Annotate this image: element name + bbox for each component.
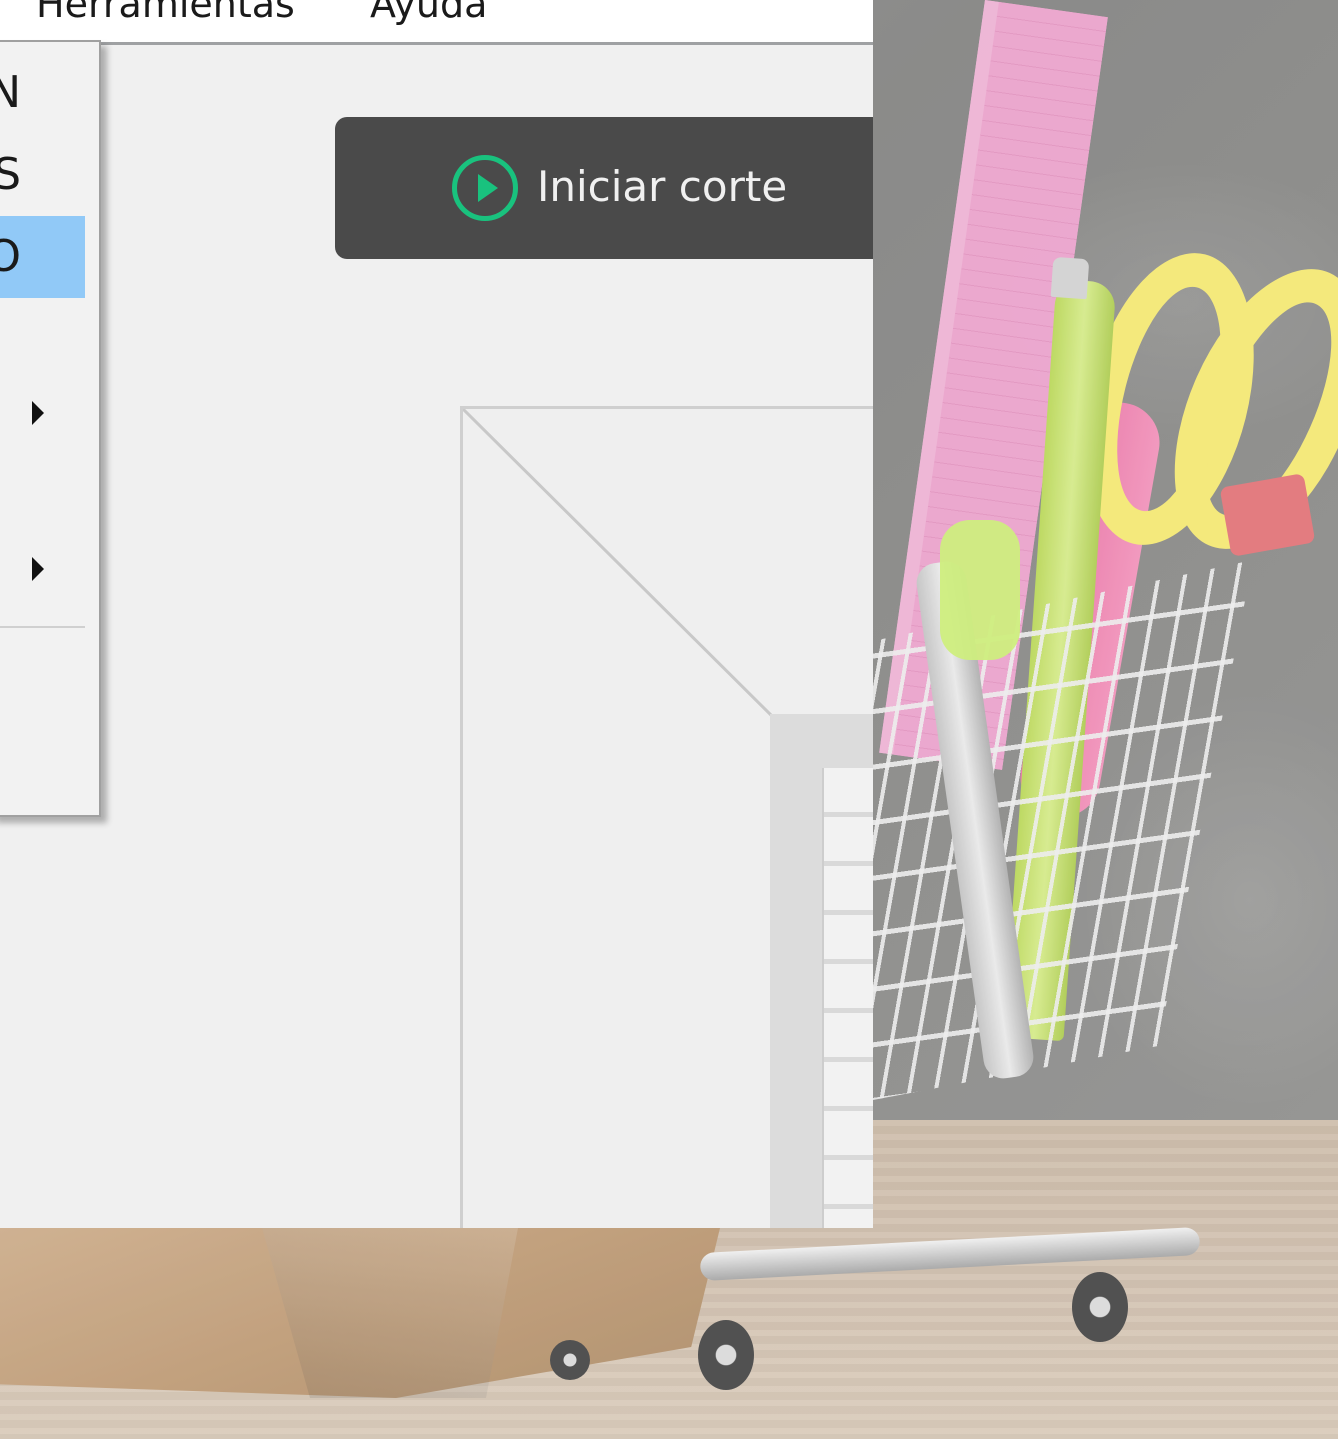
menubar: Herramientas Ayuda <box>0 0 873 45</box>
start-cut-button[interactable]: Iniciar corte <box>335 117 873 259</box>
submenu-arrow-icon <box>32 401 44 425</box>
app-window: Herramientas Ayuda Iniciar corte N S O <box>0 0 873 1228</box>
grid-table <box>822 768 873 1228</box>
dropdown-item-submenu[interactable] <box>0 528 85 610</box>
dropdown-menu: N S O <box>0 40 101 817</box>
dropdown-item-label: S <box>0 149 21 200</box>
dropdown-item-label: O <box>0 231 21 282</box>
submenu-arrow-icon <box>32 557 44 581</box>
dropdown-item-submenu[interactable] <box>0 372 85 454</box>
menu-herramientas[interactable]: Herramientas <box>36 0 295 30</box>
dropdown-item-label: N <box>0 67 21 118</box>
dropdown-item-selected[interactable]: O <box>0 216 85 298</box>
play-circle-icon <box>452 155 518 221</box>
menu-separator <box>0 626 85 628</box>
start-cut-label: Iniciar corte <box>537 162 788 211</box>
dropdown-item[interactable]: S <box>0 134 85 216</box>
menu-ayuda[interactable]: Ayuda <box>370 0 487 30</box>
dropdown-item[interactable]: N <box>0 52 85 134</box>
